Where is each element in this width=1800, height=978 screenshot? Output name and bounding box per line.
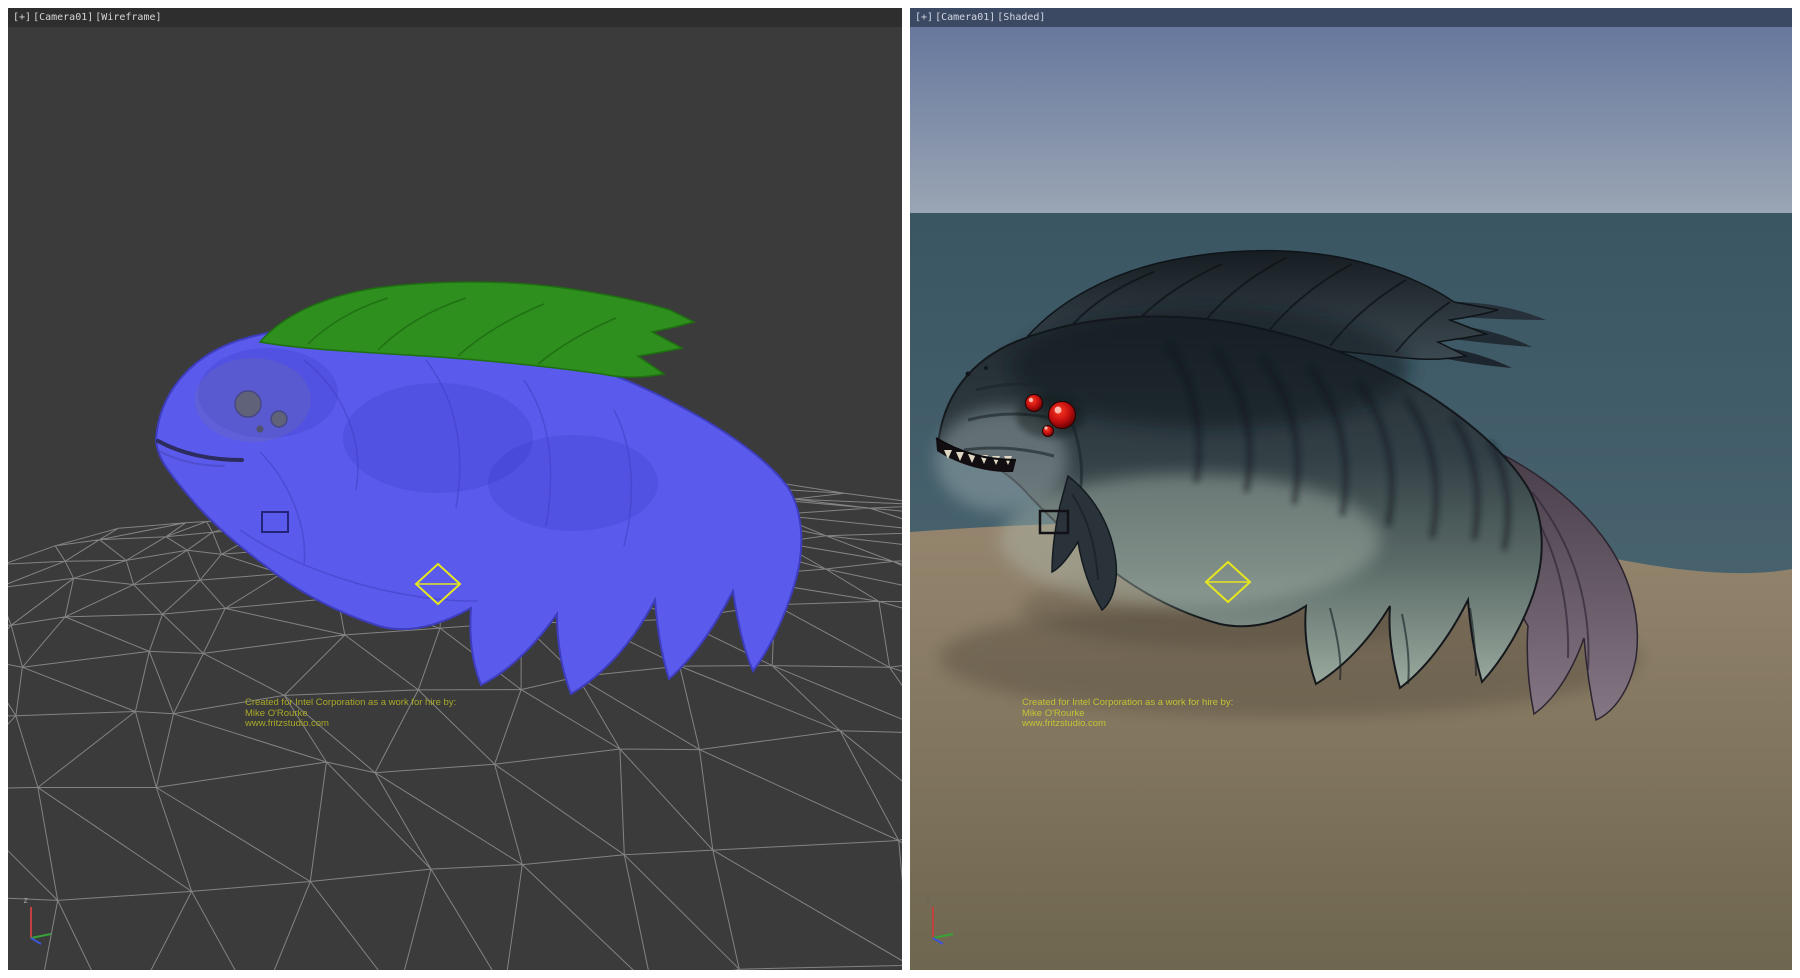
axis-z-label: z (23, 896, 28, 906)
watermark-line: www.fritzstudio.com (1022, 719, 1233, 730)
fish-shade-patch (488, 435, 658, 531)
axis-line-x (31, 938, 41, 944)
viewport-label-bar: [+] [Camera01] [Wireframe] (8, 8, 902, 27)
fish-model-wireframe[interactable] (156, 282, 801, 694)
nostril (966, 372, 971, 377)
viewport-shading-menu[interactable]: [Shaded] (997, 12, 1045, 23)
shaded-scene (910, 8, 1792, 970)
viewport-general-menu[interactable]: [+] (915, 12, 933, 23)
nostril (984, 366, 988, 370)
watermark-line: www.fritzstudio.com (245, 719, 456, 730)
axis-line-y (31, 934, 51, 938)
dual-viewport-layout: [+] [Camera01] [Wireframe] (0, 0, 1800, 978)
axis-line-y (933, 934, 953, 938)
viewport-shaded[interactable]: [+] [Camera01] [Shaded] (910, 8, 1792, 970)
axis-z-label: z (925, 896, 930, 906)
axis-line-x (933, 938, 943, 944)
world-axis-gizmo: z (922, 892, 966, 946)
watermark-line: Created for Intel Corporation as a work … (245, 698, 456, 709)
viewport-pov-menu[interactable]: [Camera01] (935, 12, 995, 23)
sky (910, 8, 1792, 220)
wireframe-scene (8, 8, 902, 970)
scene-watermark: Created for Intel Corporation as a work … (1022, 698, 1233, 730)
viewport-label-bar: [+] [Camera01] [Shaded] (910, 8, 1792, 27)
viewport-general-menu[interactable]: [+] (13, 12, 31, 23)
watermark-line: Created for Intel Corporation as a work … (1022, 698, 1233, 709)
scene-watermark: Created for Intel Corporation as a work … (245, 698, 456, 730)
viewport-wireframe[interactable]: [+] [Camera01] [Wireframe] (8, 8, 902, 970)
viewport-shading-menu[interactable]: [Wireframe] (95, 12, 161, 23)
world-axis-gizmo: z (20, 892, 64, 946)
viewport-pov-menu[interactable]: [Camera01] (33, 12, 93, 23)
